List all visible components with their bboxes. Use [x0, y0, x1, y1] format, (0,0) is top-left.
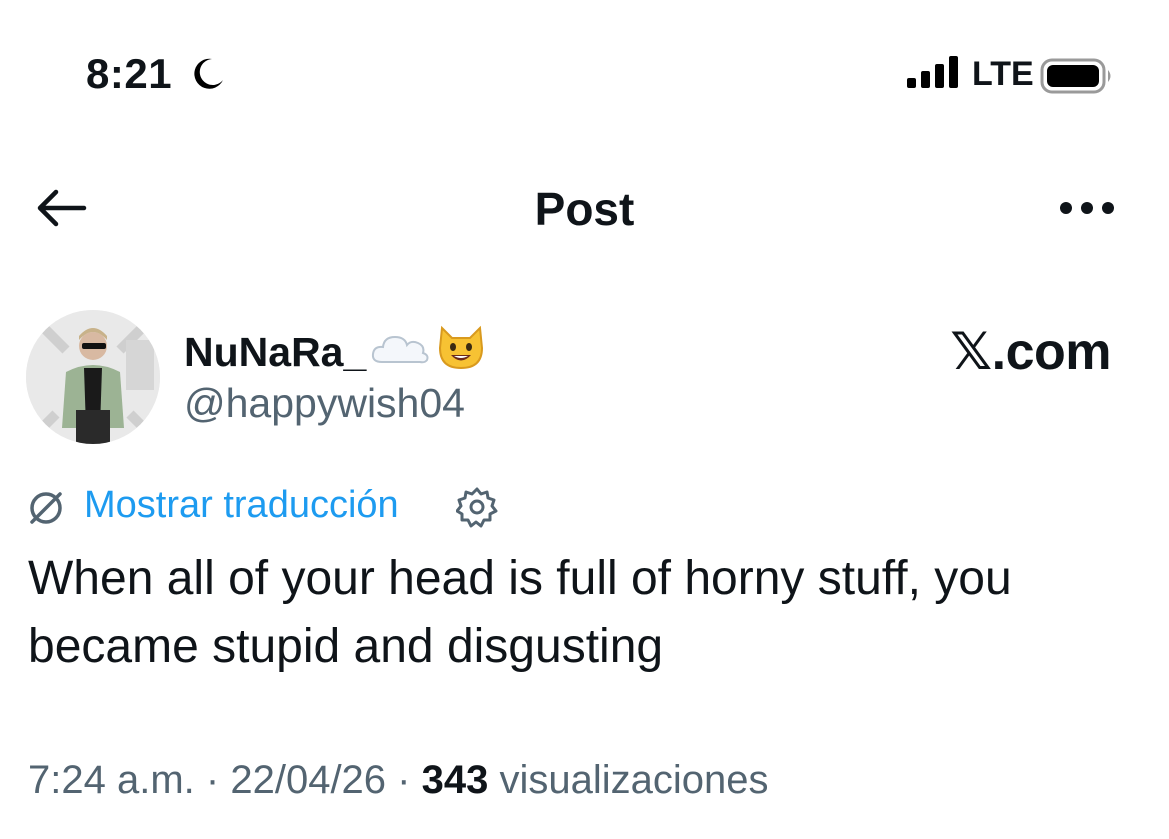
display-name-row[interactable]: NuNaRa_	[184, 324, 486, 380]
meta-separator: ·	[397, 758, 411, 802]
more-options-icon[interactable]	[1058, 200, 1116, 221]
views-count[interactable]: 343	[422, 758, 489, 802]
page-title: Post	[534, 183, 635, 235]
meta-separator: ·	[205, 758, 220, 802]
views-label[interactable]: visualizaciones	[500, 758, 769, 802]
settings-gear-icon[interactable]	[455, 486, 498, 533]
post-meta: 7:24 a.m. · 22/04/26 · 343 visualizacion…	[28, 758, 769, 803]
network-type: LTE	[972, 55, 1034, 93]
cloud-icon	[370, 329, 430, 376]
post-screen: 8:21 LTE Post NuNaRa_ @happywish04 𝕏.com…	[0, 0, 1169, 839]
show-translation-link[interactable]: Mostrar traducción	[84, 484, 399, 527]
post-time[interactable]: 7:24 a.m.	[28, 758, 195, 802]
avatar[interactable]	[26, 310, 160, 444]
signal-icon	[906, 56, 962, 93]
xcom-watermark: 𝕏.com	[950, 323, 1111, 381]
user-handle[interactable]: @happywish04	[184, 380, 465, 427]
translate-icon[interactable]	[26, 488, 66, 533]
post-date[interactable]: 22/04/26	[230, 758, 386, 802]
cat-face-icon	[436, 324, 486, 380]
display-name[interactable]: NuNaRa_	[184, 329, 366, 376]
tweet-text: When all of your head is full of horny s…	[28, 552, 1012, 673]
status-time: 8:21	[86, 50, 173, 97]
moon-icon	[190, 56, 226, 97]
battery-icon	[1040, 58, 1114, 99]
